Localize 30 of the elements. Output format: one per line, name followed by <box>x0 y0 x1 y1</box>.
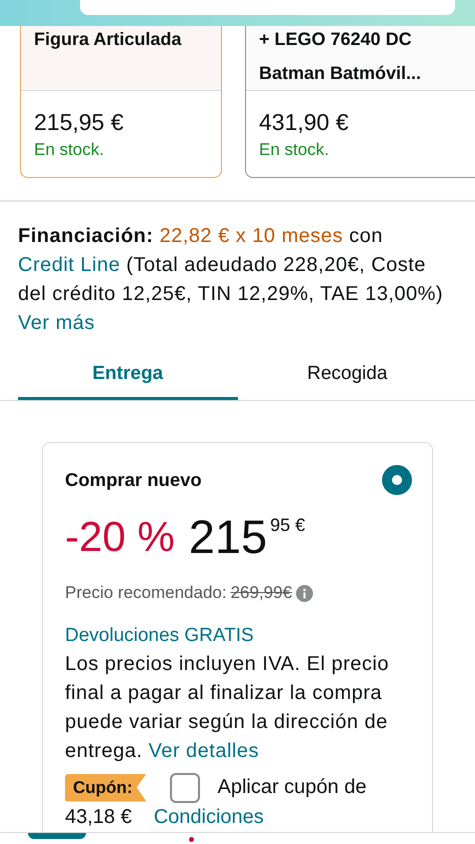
product-card[interactable]: Figura Articulada 215,95 € En stock. <box>20 26 222 178</box>
product-price: 215,95 € <box>34 108 125 137</box>
delivery-tab[interactable]: Recogida <box>238 352 457 400</box>
list-price: 269,99€ <box>230 582 292 604</box>
conditions-link[interactable]: Condiciones <box>154 803 264 832</box>
list-price-label: Precio recomendado: <box>65 582 227 604</box>
see-details-link[interactable]: Ver detalles <box>148 740 259 762</box>
see-more-link[interactable]: Ver más <box>18 312 95 334</box>
stock-status: En stock. <box>259 139 330 161</box>
radio-button[interactable] <box>382 465 412 495</box>
credit-line-link[interactable]: Credit Line <box>18 254 120 276</box>
product-card[interactable]: + LEGO 76240 DC Batman Batmóvil... 431,90 € En stock. <box>245 26 475 178</box>
price-fraction: 95 € <box>270 515 306 535</box>
search-field[interactable] <box>80 0 455 15</box>
coupon-badge: Cupón: <box>65 774 146 802</box>
info-icon[interactable] <box>296 584 314 602</box>
tax-note: Los precios incluyen IVA. El precio final a pagar al finalizar la compra puede variar según la dirección de entrega. Ver detalles <box>65 652 390 764</box>
coupon-text: Aplicar cupón de <box>217 775 366 800</box>
price-whole: 215 <box>188 509 268 565</box>
coupon-amount: 43,18 € <box>65 805 132 830</box>
offer-title: Comprar nuevo <box>65 468 202 492</box>
coupon-checkbox[interactable] <box>170 772 200 802</box>
discount-percent: -20 % <box>65 512 175 562</box>
product-price: 431,90 € <box>259 108 350 137</box>
stock-status: En stock. <box>34 139 105 161</box>
product-title: Figura Articulada <box>34 28 182 51</box>
product-title: + LEGO 76240 DC Batman Batmóvil... <box>259 28 422 85</box>
financing-text: Financiación: 22,82 € x 10 meses con Credit Line (Total adeudado 228,20€, Coste del crédito 12,25€, TIN 12,29%, TAE 13,00%) Ver más <box>17 224 444 336</box>
active-tab-indicator <box>28 833 86 839</box>
free-returns-link[interactable]: Devoluciones GRATIS <box>65 621 410 650</box>
